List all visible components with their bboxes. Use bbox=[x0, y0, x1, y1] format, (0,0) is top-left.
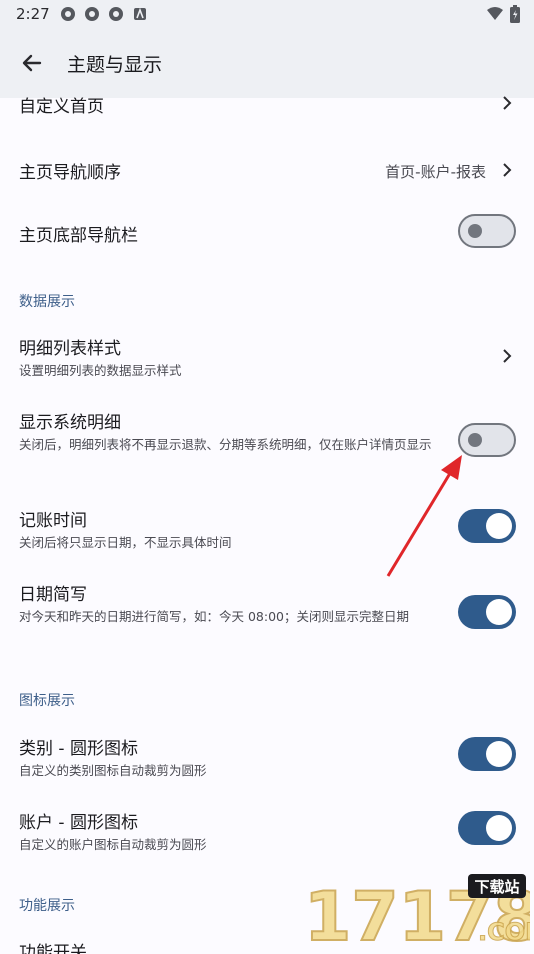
annotation-arrow bbox=[386, 455, 462, 577]
watermark-tag: 下载站 bbox=[474, 878, 519, 896]
watermark-domain: .COM bbox=[478, 918, 530, 946]
watermark-logo: 17178 下载站 .COM bbox=[304, 874, 530, 950]
